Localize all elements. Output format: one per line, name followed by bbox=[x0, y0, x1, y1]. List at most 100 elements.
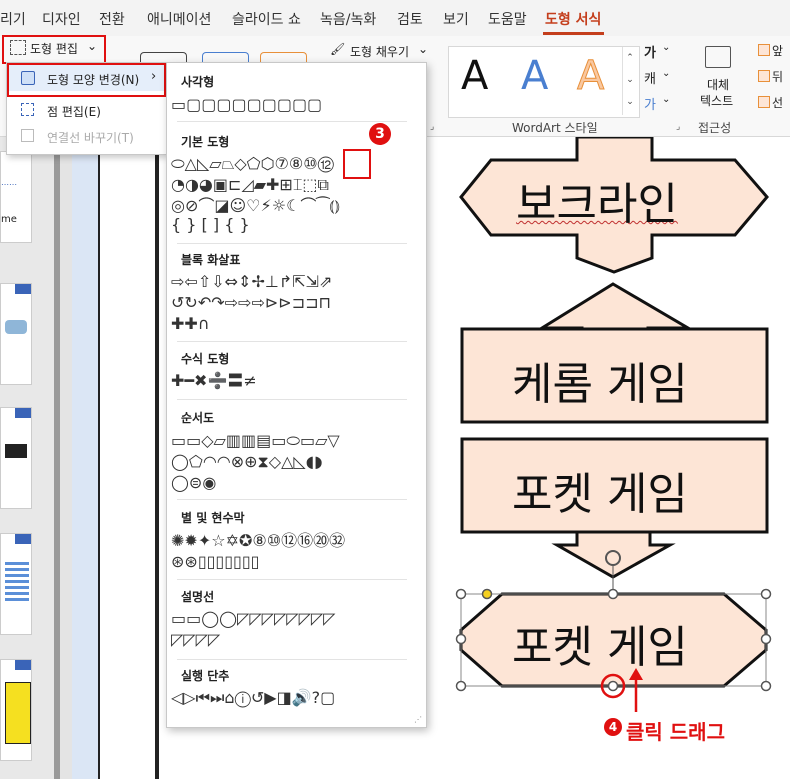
reroute-label: 연결선 바꾸기(T) bbox=[47, 131, 134, 145]
alt-text-label-1: 대체 bbox=[707, 78, 730, 92]
tab-animations[interactable]: 애니메이션 bbox=[147, 9, 211, 29]
shape4-text[interactable]: 포켓 게임 bbox=[512, 611, 688, 675]
resize-grip-icon[interactable]: ⋰ bbox=[414, 715, 422, 724]
selection-pane-icon[interactable] bbox=[758, 96, 770, 108]
thumb-image bbox=[5, 444, 27, 458]
tab-view[interactable]: 보기 bbox=[443, 9, 469, 29]
selection-pane-label[interactable]: 선 bbox=[772, 94, 783, 111]
shape-fill-label: 도형 채우기 bbox=[350, 45, 410, 59]
tab-draw[interactable]: 리기 bbox=[0, 9, 26, 29]
text-fill-button[interactable]: 가 bbox=[644, 42, 656, 61]
shape-row[interactable]: ⇨⇦⇧⇩⇔⇕✢⊥↱⇱⇲⇗ bbox=[171, 272, 332, 292]
divider bbox=[177, 341, 407, 342]
shape2-text[interactable]: 케롬 게임 bbox=[512, 348, 688, 412]
send-backward-icon[interactable] bbox=[758, 70, 770, 82]
shape-fill-button[interactable]: 🖌 도형 채우기 ⌄ bbox=[330, 42, 430, 60]
wordart-gallery[interactable]: A A A ⌃ ⌄ ⌄ bbox=[448, 46, 640, 118]
shape-row[interactable]: ↺↻↶↷⇨⇨⇨⊳⊳⊐⊐⊓ bbox=[171, 293, 331, 313]
section-title-basic-shapes: 기본 도형 bbox=[181, 135, 230, 149]
active-tab-indicator bbox=[543, 32, 604, 35]
highlight-octagon-shape bbox=[343, 149, 371, 179]
slide-thumbnail[interactable] bbox=[0, 533, 32, 635]
thumb-image bbox=[5, 562, 29, 602]
tab-record[interactable]: 녹음/녹화 bbox=[320, 9, 376, 29]
divider bbox=[177, 121, 407, 122]
wordart-blue[interactable]: A bbox=[521, 53, 548, 99]
shape-row[interactable]: ◯⬠◠◠⊗⊕⧗◇△◺◖◗ bbox=[171, 452, 323, 472]
thumb-header bbox=[15, 660, 31, 670]
shape-row[interactable]: ✺✹✦☆✡✪⑧⑩⑫⑯⑳㉜ bbox=[171, 531, 345, 551]
wordart-black[interactable]: A bbox=[461, 53, 488, 99]
section-title-rectangles: 사각형 bbox=[181, 75, 215, 89]
section-title-action-buttons: 실행 단추 bbox=[181, 669, 230, 683]
shape3-text[interactable]: 포켓 게임 bbox=[512, 458, 688, 522]
shape-row[interactable]: { } [ ] { } bbox=[171, 215, 250, 235]
slide-thumbnails-pane: ⋯⋯ me bbox=[0, 137, 64, 779]
resize-handle bbox=[455, 633, 467, 645]
wordart-scroll[interactable]: ⌃ ⌄ ⌄ bbox=[622, 47, 637, 115]
shape-row[interactable]: ◔◑◕▣⊏◿▰✚⊞⌶⬚⧉ bbox=[171, 175, 329, 195]
slide-thumbnail[interactable] bbox=[0, 407, 32, 509]
alt-text-button[interactable]: 대체 텍스트 bbox=[692, 44, 746, 118]
thumb-image bbox=[5, 320, 27, 334]
shape-row[interactable]: ◎⊘⌒◪☺♡⚡☼☾⌒⁀⦅⦆ bbox=[171, 196, 340, 216]
wordart-orange[interactable]: A bbox=[576, 53, 604, 100]
thumb-header bbox=[15, 534, 31, 544]
chevron-down-icon: ⌄ bbox=[662, 42, 671, 53]
highlight-edit-shape bbox=[2, 35, 106, 64]
shape-row[interactable]: ⊛⊛▯▯▯▯▯▯▯ bbox=[171, 552, 259, 572]
alt-text-icon bbox=[705, 46, 731, 68]
step3-badge: 3 bbox=[369, 123, 391, 145]
up-arrow-shape bbox=[536, 282, 694, 333]
tab-help[interactable]: 도움말 bbox=[488, 9, 527, 29]
section-title-stars-banners: 별 및 현수막 bbox=[181, 511, 245, 525]
ribbon-tab-bar: 리기 디자인 전환 애니메이션 슬라이드 쇼 녹음/녹화 검토 보기 도움말 도… bbox=[0, 0, 790, 36]
divider bbox=[177, 243, 407, 244]
resize-handle bbox=[760, 588, 772, 600]
bring-forward-label[interactable]: 앞 bbox=[772, 42, 783, 59]
shape-row[interactable]: ✚✚∩ bbox=[171, 314, 210, 334]
dialog-launcher-icon[interactable]: ⌟ bbox=[676, 122, 680, 132]
send-backward-label[interactable]: 뒤 bbox=[772, 68, 783, 85]
section-title-flowchart: 순서도 bbox=[181, 411, 215, 425]
divider bbox=[177, 579, 407, 580]
thumb-dots: ⋯⋯ bbox=[1, 180, 17, 189]
divider bbox=[177, 499, 407, 500]
tab-transitions[interactable]: 전환 bbox=[99, 9, 125, 29]
slide-thumbnail[interactable]: ⋯⋯ me bbox=[0, 151, 32, 243]
edit-points-menu-item[interactable]: 점 편집(E) bbox=[7, 97, 165, 123]
text-effects-button[interactable]: 가 bbox=[644, 94, 656, 113]
shape-row[interactable]: ⬭△◺▱⏢◇⬠⬡⑦⑧⑩⑫ bbox=[171, 154, 334, 174]
highlight-change-shape bbox=[7, 63, 166, 97]
shape-row[interactable]: ▭▢▢▢▢▢▢▢▢▢ bbox=[171, 95, 322, 115]
text-outline-button[interactable]: 캐 bbox=[644, 68, 656, 87]
resize-handle bbox=[455, 680, 467, 692]
tab-slideshow[interactable]: 슬라이드 쇼 bbox=[232, 9, 301, 29]
tab-design[interactable]: 디자인 bbox=[42, 9, 81, 29]
section-title-callouts: 설명선 bbox=[181, 590, 215, 604]
alt-text-label-2: 텍스트 bbox=[700, 94, 734, 108]
shape-row[interactable]: ◸◸◸◸ bbox=[171, 630, 220, 650]
shape-row[interactable]: ▭▭◇▱▥▥▤▭⬭▭▱▽ bbox=[171, 431, 340, 451]
shape-row[interactable]: ✚━✖➗〓≠ bbox=[171, 371, 257, 391]
slide-thumbnail[interactable] bbox=[0, 659, 32, 761]
slide-thumbnail[interactable] bbox=[0, 283, 32, 385]
chevron-down-icon: ⌄ bbox=[418, 42, 429, 56]
edit-points-icon bbox=[21, 103, 34, 116]
shape-row[interactable]: ◁▷⏮⏭⌂ⓘ↺▶◨🔊?▢ bbox=[171, 688, 335, 708]
shape1-text[interactable]: 보크라인 bbox=[516, 168, 678, 232]
resize-handle bbox=[607, 588, 619, 600]
dialog-launcher-icon[interactable]: ⌟ bbox=[430, 122, 434, 132]
arrange-group: 앞 뒤 선 bbox=[758, 42, 790, 122]
shape-row[interactable]: ◯⊜◉ bbox=[171, 473, 216, 493]
shape-row[interactable]: ▭▭◯◯◸◸◸◸◸◸◸◸ bbox=[171, 609, 335, 629]
thumb-header bbox=[15, 284, 31, 294]
reroute-connectors-menu-item[interactable]: 연결선 바꾸기(T) bbox=[7, 123, 165, 149]
tab-review[interactable]: 검토 bbox=[397, 9, 423, 29]
bring-forward-icon[interactable] bbox=[758, 44, 770, 56]
resize-handle bbox=[760, 633, 772, 645]
thumb-text: me bbox=[1, 214, 17, 225]
resize-handle bbox=[455, 588, 467, 600]
tab-shape-format[interactable]: 도형 서식 bbox=[545, 9, 601, 29]
reroute-icon bbox=[21, 129, 34, 142]
